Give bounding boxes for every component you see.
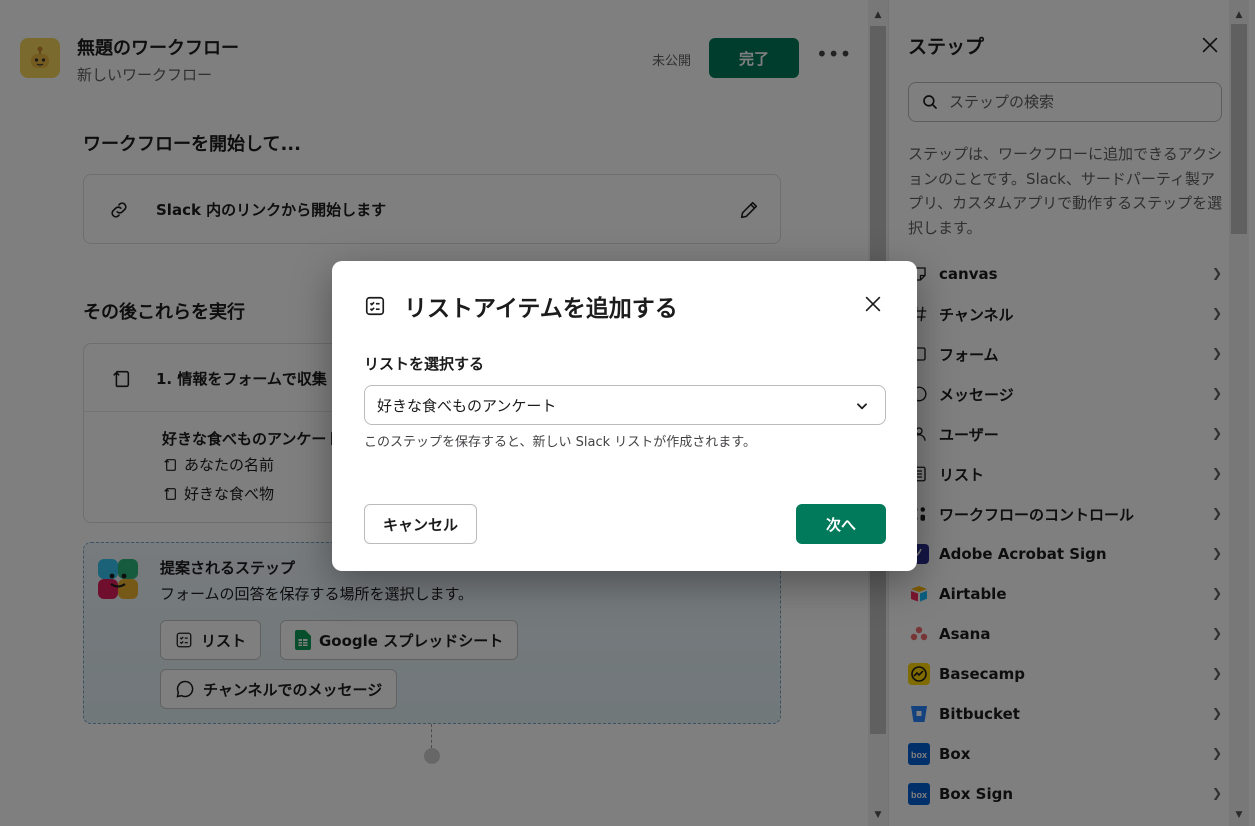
list-icon — [364, 295, 386, 321]
list-select-label: リストを選択する — [364, 355, 485, 373]
list-select-value: 好きな食べものアンケート — [377, 396, 557, 415]
list-select[interactable]: 好きな食べものアンケート — [364, 385, 886, 425]
chevron-down-icon — [855, 399, 869, 417]
list-select-hint: このステップを保存すると、新しい Slack リストが作成されます。 — [364, 435, 756, 450]
dialog-title: リストアイテムを追加する — [404, 296, 678, 322]
add-list-item-dialog: リストアイテムを追加する リストを選択する 好きな食べものアンケート このステッ… — [332, 261, 917, 571]
close-icon[interactable] — [862, 293, 884, 315]
next-button[interactable]: 次へ — [796, 504, 886, 544]
cancel-button[interactable]: キャンセル — [364, 504, 477, 544]
